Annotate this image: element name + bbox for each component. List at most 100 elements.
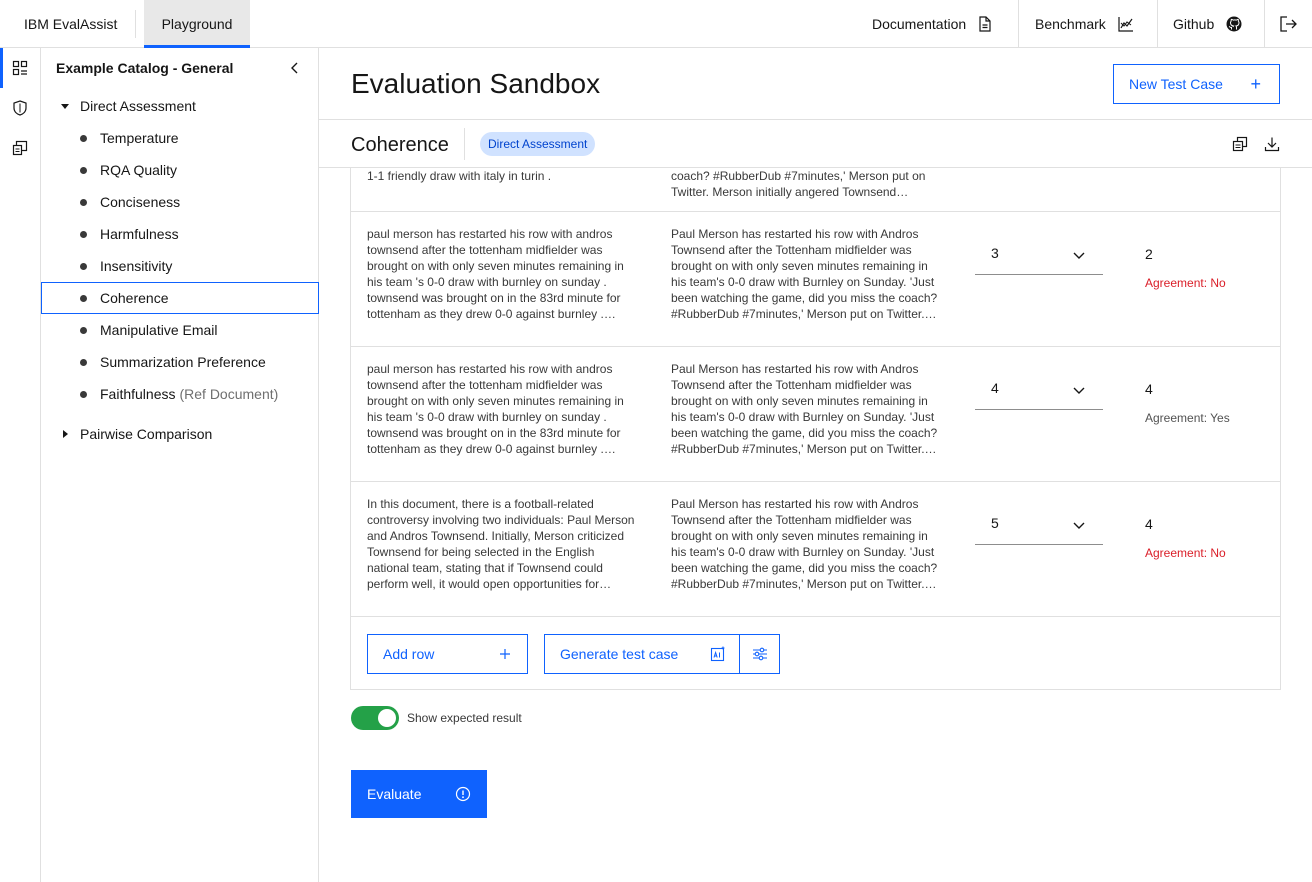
bullet: [80, 358, 87, 366]
example-catalog-panel: Example Catalog - General Direct Assessm…: [41, 48, 319, 882]
tree-item-coherence[interactable]: Coherence: [41, 282, 319, 314]
cell-text: 1-1 friendly draw with italy in turin .: [367, 169, 552, 183]
cell-text: coach? #RubberDub #7minutes,' Merson put…: [671, 169, 926, 199]
response-cell[interactable]: Paul Merson has restarted his row with A…: [671, 496, 943, 592]
bullet: [80, 230, 87, 238]
type-badge: Direct Assessment: [480, 132, 596, 156]
toggle-label: Show expected result: [407, 711, 522, 725]
copy-icon[interactable]: [1232, 136, 1248, 152]
warning-circle-icon: [455, 786, 471, 802]
context-cell[interactable]: 1-1 friendly draw with italy in turin .: [367, 168, 639, 200]
tree-item-temperature[interactable]: Temperature: [41, 122, 319, 154]
generate-test-case-label: Generate test case: [560, 646, 679, 662]
tree-group-label: Direct Assessment: [80, 98, 196, 114]
response-cell[interactable]: Paul Merson has restarted his row with A…: [671, 226, 943, 322]
context-cell[interactable]: In this document, there is a football-re…: [367, 496, 639, 592]
chevron-left-icon[interactable]: [287, 60, 303, 76]
plus-icon: [500, 649, 510, 659]
download-icon[interactable]: [1264, 136, 1280, 152]
table-row: In this document, there is a football-re…: [351, 482, 1280, 617]
tree-item-summarization-preference[interactable]: Summarization Preference: [41, 346, 319, 378]
add-row-button[interactable]: Add row: [367, 634, 528, 674]
bullet: [80, 390, 87, 398]
agreement-status: Agreement: No: [1145, 276, 1226, 290]
context-cell[interactable]: paul merson has restarted his row with a…: [367, 226, 639, 322]
new-test-case-button[interactable]: New Test Case +: [1113, 64, 1280, 104]
cell-text: paul merson has restarted his row with a…: [367, 227, 624, 321]
tree-item-label: Summarization Preference: [100, 354, 266, 370]
response-cell[interactable]: coach? #RubberDub #7minutes,' Merson put…: [671, 168, 943, 200]
table-row: paul merson has restarted his row with a…: [351, 347, 1280, 482]
show-expected-result-toggle[interactable]: [351, 706, 399, 730]
new-test-case-label: New Test Case: [1129, 76, 1223, 92]
cell-text: Paul Merson has restarted his row with A…: [671, 362, 938, 456]
page-title: Evaluation Sandbox: [351, 68, 601, 99]
expected-result-select[interactable]: 5: [975, 507, 1103, 545]
caret-right-icon: [63, 430, 68, 438]
github-icon: [1226, 16, 1242, 32]
evaluate-label: Evaluate: [367, 786, 422, 802]
divider: [135, 10, 136, 38]
divider: [1157, 0, 1158, 48]
tree-item-label: Insensitivity: [100, 258, 173, 274]
divider: [464, 128, 465, 160]
sliders-icon: [752, 647, 767, 661]
tree-item-conciseness[interactable]: Conciseness: [41, 186, 319, 218]
github-label: Github: [1173, 16, 1215, 32]
agreement-status: Agreement: No: [1145, 546, 1226, 560]
tree-item-label: Faithfulness: [100, 386, 176, 402]
expected-result-select[interactable]: 4: [975, 372, 1103, 410]
agreement-status: Agreement: Yes: [1145, 411, 1230, 425]
tree-group-pairwise-comparison[interactable]: Pairwise Comparison: [41, 422, 212, 446]
bullet: [80, 198, 87, 206]
rail-catalog[interactable]: [0, 48, 40, 88]
models-icon: [12, 140, 28, 156]
bullet: [80, 326, 87, 334]
tree-item-label: Coherence: [100, 290, 169, 306]
catalog-title: Example Catalog - General: [56, 60, 234, 76]
generation-settings-button[interactable]: [739, 634, 780, 674]
result-value: 2: [1145, 246, 1153, 262]
benchmark-link[interactable]: Benchmark: [1035, 0, 1134, 48]
response-cell[interactable]: Paul Merson has restarted his row with A…: [671, 361, 943, 457]
tab-playground[interactable]: Playground: [144, 0, 250, 48]
table-row: paul merson has restarted his row with a…: [351, 212, 1280, 347]
criteria-name: Coherence: [351, 134, 449, 156]
catalog-icon: [12, 60, 28, 76]
benchmark-label: Benchmark: [1035, 16, 1106, 32]
tree-group-direct-assessment[interactable]: Direct Assessment: [41, 94, 196, 118]
criteria-header: Coherence Direct Assessment: [319, 119, 1312, 168]
rail-shield[interactable]: [0, 88, 40, 128]
plus-icon: +: [1250, 74, 1261, 94]
generate-test-case-button[interactable]: Generate test case: [544, 634, 741, 674]
ai-generate-icon: [710, 646, 725, 662]
cell-text: paul merson has restarted his row with a…: [367, 362, 624, 456]
logout-button[interactable]: [1264, 0, 1312, 48]
cell-text: In this document, there is a football-re…: [367, 497, 635, 591]
expected-result-select[interactable]: 3: [975, 237, 1103, 275]
rail-models[interactable]: [0, 128, 40, 168]
selected-value: 4: [991, 380, 999, 396]
result-value: 4: [1145, 516, 1153, 532]
tree-item-harmfulness[interactable]: Harmfulness: [41, 218, 319, 250]
tree-item-manipulative-email[interactable]: Manipulative Email: [41, 314, 319, 346]
context-cell[interactable]: paul merson has restarted his row with a…: [367, 361, 639, 457]
bullet: [80, 294, 87, 302]
cell-text: Paul Merson has restarted his row with A…: [671, 227, 938, 321]
github-link[interactable]: Github: [1173, 0, 1242, 48]
tree-item-rqa-quality[interactable]: RQA Quality: [41, 154, 319, 186]
documentation-link[interactable]: Documentation: [872, 0, 992, 48]
tree-item-insensitivity[interactable]: Insensitivity: [41, 250, 319, 282]
result-value: 4: [1145, 381, 1153, 397]
tree-item-sublabel: (Ref Document): [179, 386, 279, 402]
bullet: [80, 262, 87, 270]
tree-item-label: Harmfulness: [100, 226, 179, 242]
tree-group-label: Pairwise Comparison: [80, 426, 213, 442]
toggle-knob: [378, 709, 396, 727]
brand-name[interactable]: IBM EvalAssist: [24, 0, 117, 48]
tree-item-faithfulness[interactable]: Faithfulness (Ref Document): [41, 378, 319, 410]
add-row-label: Add row: [383, 646, 435, 662]
chevron-down-icon: [1073, 252, 1085, 259]
document-icon: [979, 16, 991, 32]
evaluate-button[interactable]: Evaluate: [351, 770, 487, 818]
